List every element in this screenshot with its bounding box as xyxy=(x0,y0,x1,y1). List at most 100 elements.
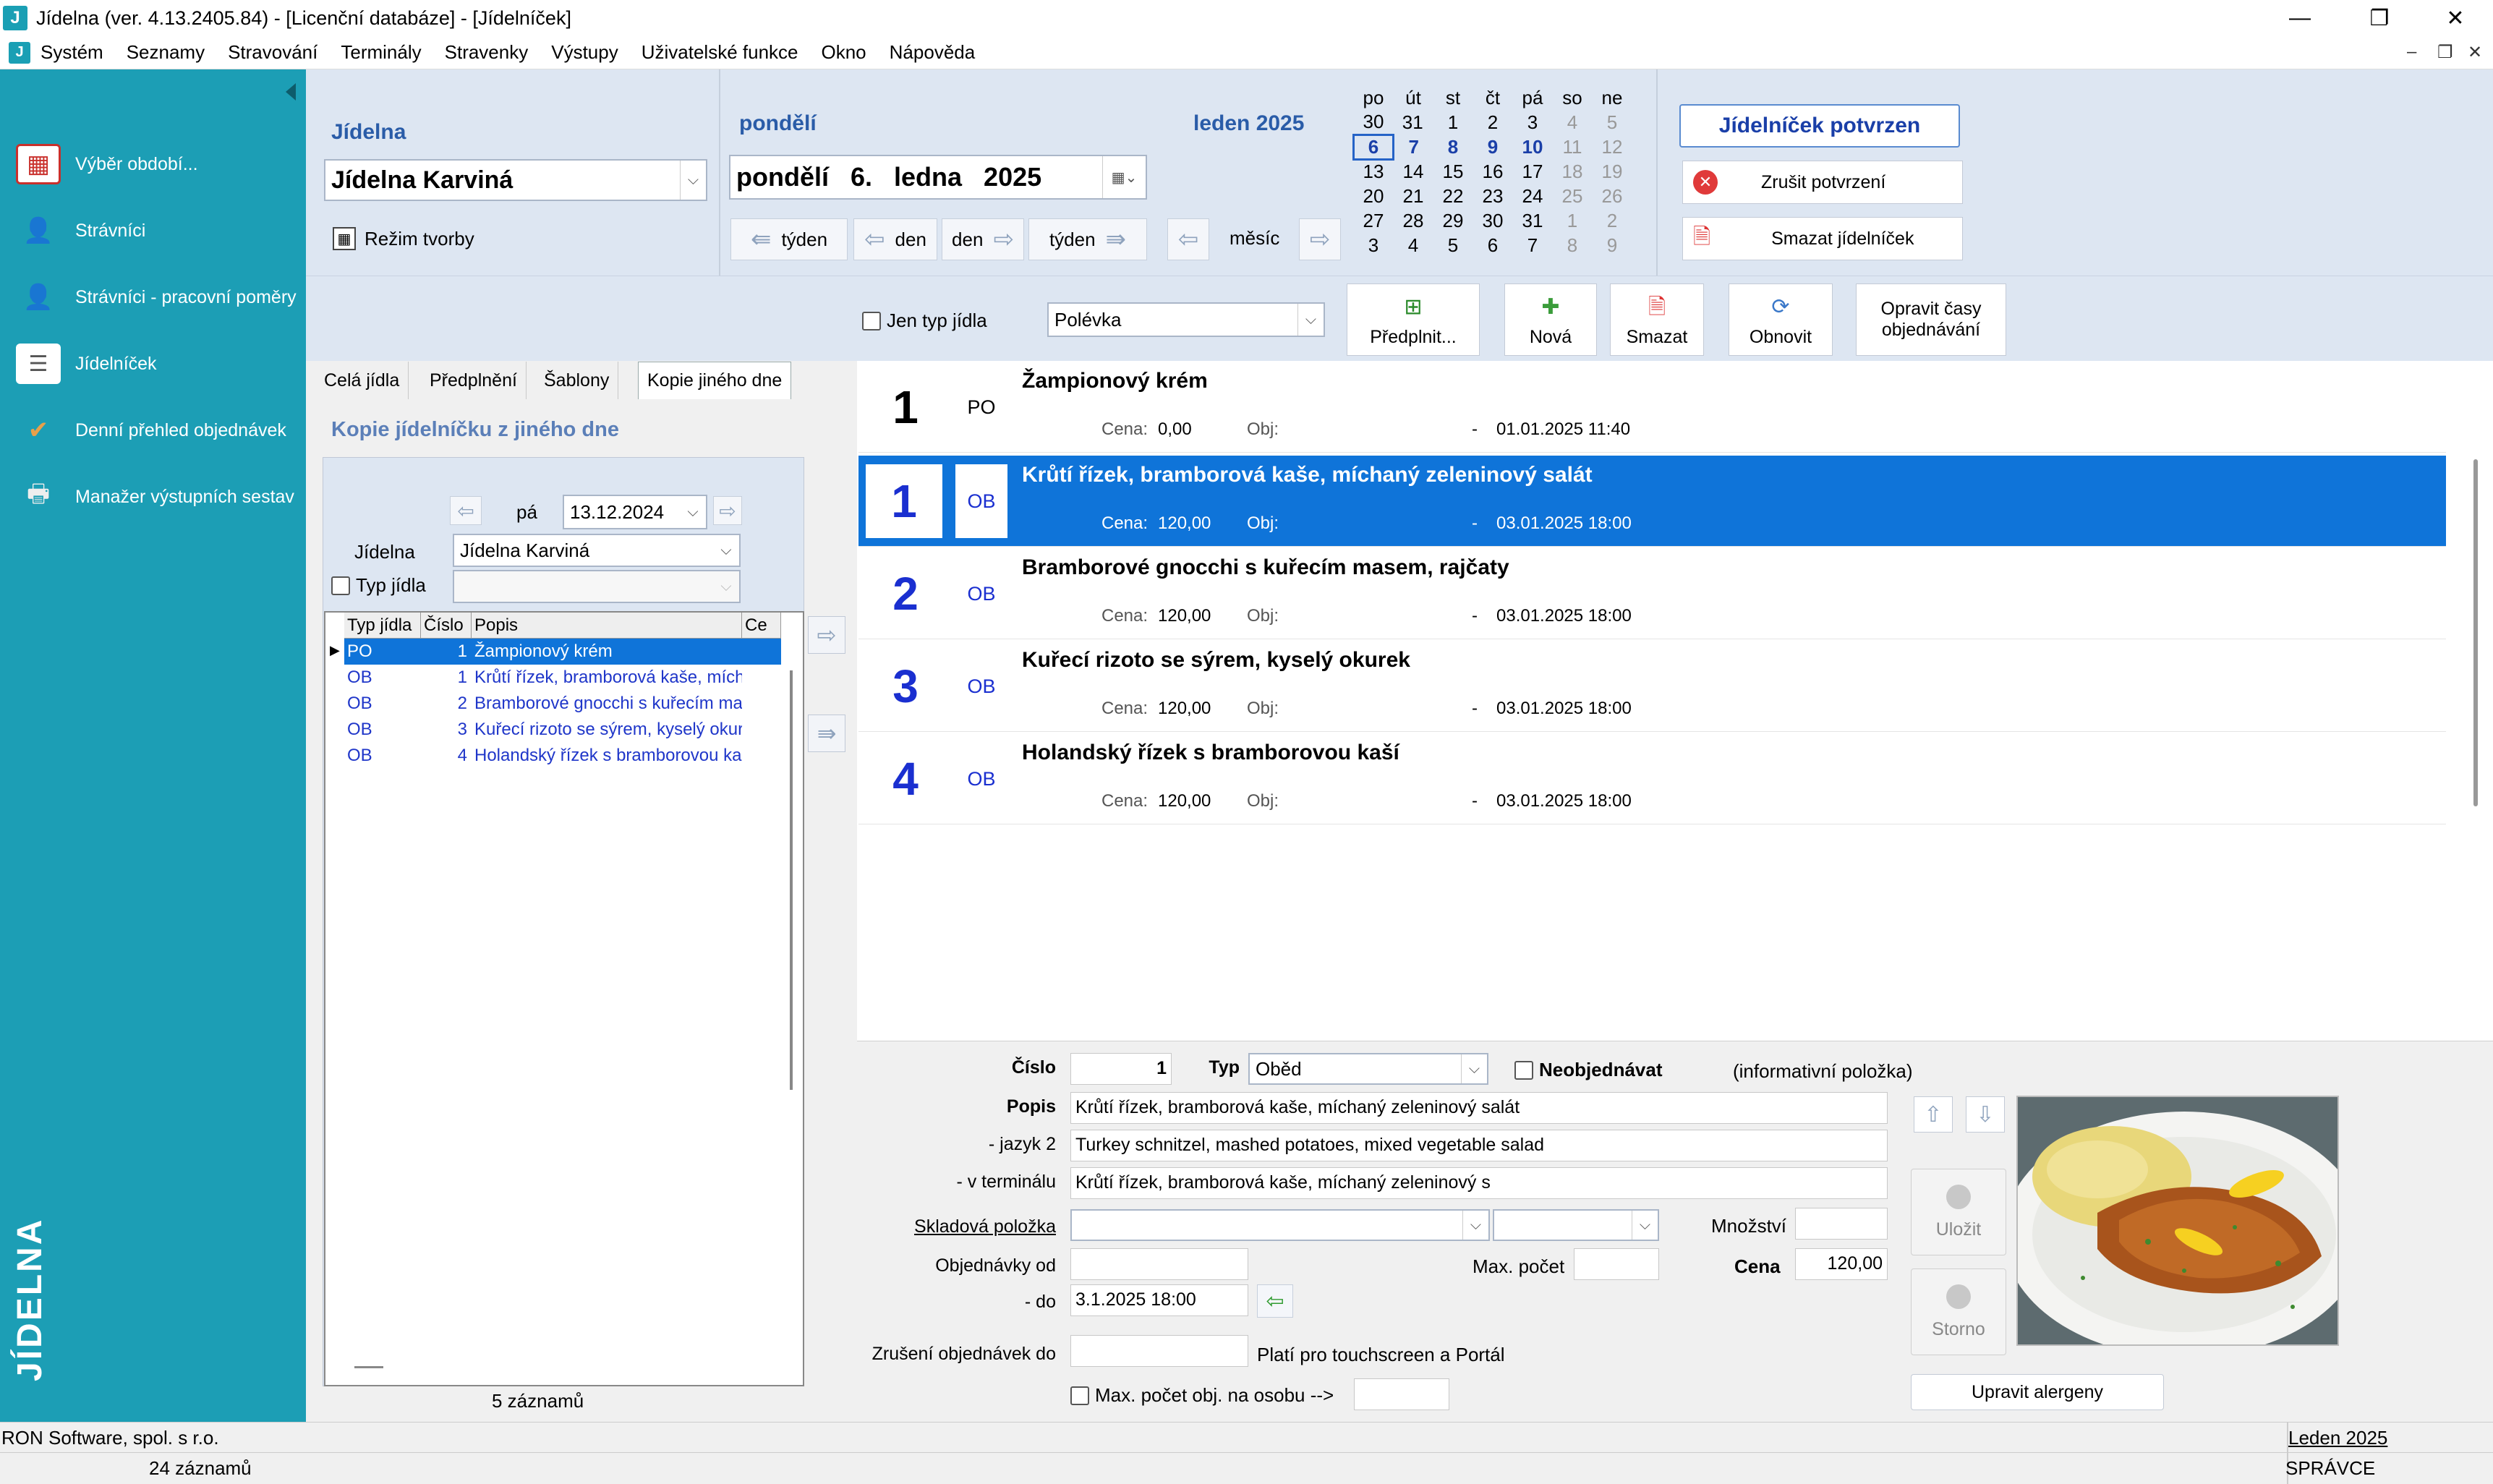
neobjednavat-checkbox[interactable]: Neobjednávat xyxy=(1514,1059,1663,1081)
sidebar-item-vyber-obdobi[interactable]: ▦ Výběr období... xyxy=(16,139,198,189)
mnozstvi-input[interactable] xyxy=(1795,1208,1888,1240)
cal-day[interactable]: 10 xyxy=(1513,135,1553,159)
cal-day-selected[interactable]: 6 xyxy=(1352,133,1394,161)
cal-day[interactable]: 20 xyxy=(1354,184,1394,208)
cislo-input[interactable]: 1 xyxy=(1070,1053,1172,1085)
cal-day[interactable]: 11 xyxy=(1553,135,1593,159)
cal-day[interactable]: 17 xyxy=(1513,159,1553,184)
week-back-button[interactable]: ⇚ týden xyxy=(730,218,848,260)
refresh-button[interactable]: ⟳ Obnovit xyxy=(1729,283,1833,356)
column-header-cislo[interactable]: Číslo xyxy=(421,613,472,639)
cal-day[interactable]: 27 xyxy=(1354,208,1394,233)
tab-sablony[interactable]: Šablony xyxy=(535,362,619,399)
sidebar-item-stravnici[interactable]: 👤 Strávníci xyxy=(16,205,145,256)
prefill-button[interactable]: ⊞ Předplnit... xyxy=(1347,283,1480,356)
cal-day[interactable]: 9 xyxy=(1593,233,1632,257)
cal-day[interactable]: 6 xyxy=(1473,233,1513,257)
delete-menu-button[interactable]: 🗎 Smazat jídelníček xyxy=(1682,217,1963,260)
table-row[interactable]: OB 2 Bramborové gnocchi s kuřecím masem,… xyxy=(344,691,781,717)
table-row[interactable]: PO 1 Žampionový krém xyxy=(344,639,781,665)
checkbox[interactable] xyxy=(862,311,881,331)
typ-select[interactable]: Oběd ⌵ xyxy=(1248,1053,1488,1085)
cal-day[interactable]: 22 xyxy=(1433,184,1473,208)
terminal-input[interactable]: Krůtí řízek, bramborová kaše, míchaný ze… xyxy=(1070,1167,1888,1199)
sklad-select[interactable]: ⌵ xyxy=(1070,1209,1490,1241)
meal-type-select[interactable]: Polévka ⌵ xyxy=(1047,302,1325,337)
sklad-unit-select[interactable]: ⌵ xyxy=(1493,1209,1659,1241)
menu-row[interactable]: 4 OB Holandský řízek s bramborovou kaší … xyxy=(858,733,2446,824)
cena-input[interactable]: 120,00 xyxy=(1795,1248,1888,1280)
cal-day[interactable]: 28 xyxy=(1394,208,1433,233)
move-up-button[interactable]: ⇧ xyxy=(1914,1096,1953,1133)
menu-row[interactable]: 3 OB Kuřecí rizoto se sýrem, kyselý okur… xyxy=(858,641,2446,732)
edit-allergens-button[interactable]: Upravit alergeny xyxy=(1911,1374,2164,1410)
obj-do-input[interactable]: 3.1.2025 18:00 xyxy=(1070,1284,1248,1316)
column-header-popis[interactable]: Popis xyxy=(472,613,742,639)
month-back-button[interactable]: ⇦ xyxy=(1167,218,1209,260)
popis-input[interactable]: Krůtí řízek, bramborová kaše, míchaný ze… xyxy=(1070,1092,1888,1124)
menu-seznamy[interactable]: Seznamy xyxy=(127,41,205,64)
cal-day[interactable]: 15 xyxy=(1433,159,1473,184)
grid-scrollbar[interactable] xyxy=(790,670,793,1090)
cal-day[interactable]: 2 xyxy=(1593,208,1632,233)
copy-all-button[interactable]: ⇛ xyxy=(808,715,845,752)
cal-day[interactable]: 12 xyxy=(1593,135,1632,159)
close-button[interactable]: ✕ xyxy=(2419,0,2492,36)
week-forward-button[interactable]: týden ⇛ xyxy=(1028,218,1147,260)
cal-day[interactable]: 18 xyxy=(1553,159,1593,184)
tab-kopie-jineho-dne[interactable]: Kopie jiného dne xyxy=(638,362,792,399)
copy-date-picker[interactable]: 13.12.2024 ⌵ xyxy=(563,495,707,529)
cal-day[interactable]: 14 xyxy=(1394,159,1433,184)
menu-row-selected[interactable]: 1 OB Krůtí řízek, bramborová kaše, mícha… xyxy=(858,456,2446,547)
menu-vystupy[interactable]: Výstupy xyxy=(551,41,618,64)
mdi-restore-icon[interactable]: ❐ xyxy=(2437,42,2453,63)
mdi-minimize-icon[interactable]: – xyxy=(2407,42,2416,62)
minimize-button[interactable]: — xyxy=(2264,0,2336,36)
column-header-cena[interactable]: Ce xyxy=(742,613,781,639)
cal-day[interactable]: 13 xyxy=(1354,159,1394,184)
set-date-button[interactable]: ⇦ xyxy=(1257,1284,1293,1318)
cal-day[interactable]: 4 xyxy=(1553,110,1593,135)
cal-day[interactable]: 23 xyxy=(1473,184,1513,208)
table-row[interactable]: OB 4 Holandský řízek s bramborovou kaší xyxy=(344,743,781,769)
new-button[interactable]: ✚ Nová xyxy=(1504,283,1597,356)
cal-day[interactable]: 9 xyxy=(1473,135,1513,159)
cal-day[interactable]: 8 xyxy=(1553,233,1593,257)
menu-confirmed-button[interactable]: Jídelníček potvrzen xyxy=(1679,104,1960,148)
copy-selected-button[interactable]: ⇨ xyxy=(808,616,845,654)
cal-day[interactable]: 5 xyxy=(1593,110,1632,135)
delete-button[interactable]: 🗎 Smazat xyxy=(1610,283,1704,356)
collapse-sidebar-icon[interactable] xyxy=(286,83,296,101)
menu-system[interactable]: Systém xyxy=(41,41,103,64)
menu-terminaly[interactable]: Terminály xyxy=(341,41,421,64)
max-per-person-input[interactable] xyxy=(1354,1378,1449,1410)
status-period[interactable]: Leden 2025 xyxy=(2288,1427,2387,1449)
only-type-checkbox[interactable]: Jen typ jídla xyxy=(862,310,987,332)
cal-day[interactable]: 31 xyxy=(1394,110,1433,135)
tab-cela-jidla[interactable]: Celá jídla xyxy=(315,362,409,399)
cal-day[interactable]: 2 xyxy=(1473,110,1513,135)
day-back-button[interactable]: ⇦ den xyxy=(853,218,937,260)
copy-type-checkbox[interactable]: Typ jídla xyxy=(331,574,426,597)
cal-day[interactable]: 7 xyxy=(1513,233,1553,257)
checkbox[interactable] xyxy=(1514,1060,1533,1080)
cal-day[interactable]: 1 xyxy=(1553,208,1593,233)
next-day-button[interactable]: ⇨ xyxy=(713,496,742,525)
cal-day[interactable]: 3 xyxy=(1513,110,1553,135)
cal-day[interactable]: 19 xyxy=(1593,159,1632,184)
menu-list-scrollbar[interactable] xyxy=(2473,459,2478,806)
copy-jidelna-select[interactable]: Jídelna Karviná ⌵ xyxy=(453,534,741,567)
sidebar-item-manazer-vystupnich-sestav[interactable]: 🖶 Manažer výstupních sestav xyxy=(16,472,294,522)
cal-day[interactable]: 30 xyxy=(1473,208,1513,233)
cancel-confirmation-button[interactable]: ✕ Zrušit potvrzení xyxy=(1682,161,1963,204)
checkbox[interactable] xyxy=(1070,1386,1089,1405)
cal-day[interactable]: 26 xyxy=(1593,184,1632,208)
cal-day[interactable]: 16 xyxy=(1473,159,1513,184)
cal-day[interactable]: 7 xyxy=(1394,135,1433,159)
cal-day[interactable]: 25 xyxy=(1553,184,1593,208)
cal-day[interactable]: 1 xyxy=(1433,110,1473,135)
date-picker[interactable]: pondělí 6. ledna 2025 ▦⌄ xyxy=(729,155,1147,200)
column-header-typ[interactable]: Typ jídla xyxy=(344,613,421,639)
cal-day[interactable]: 3 xyxy=(1354,233,1394,257)
menu-okno[interactable]: Okno xyxy=(822,41,866,64)
